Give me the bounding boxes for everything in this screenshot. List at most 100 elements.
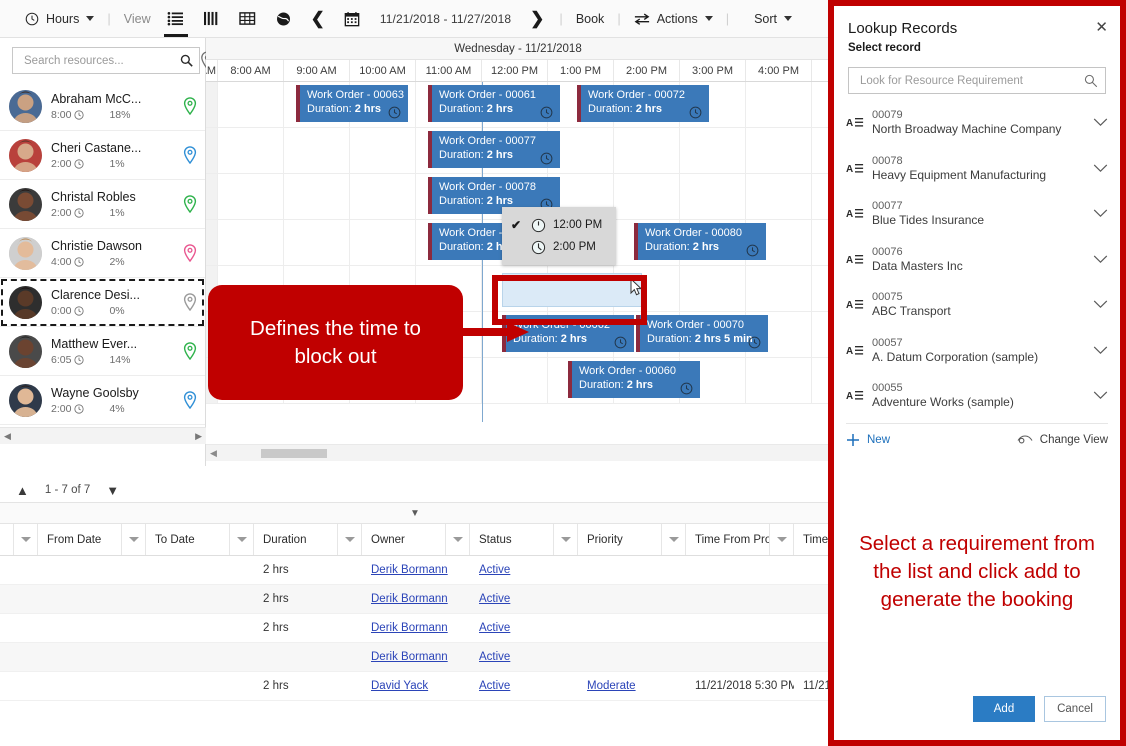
chevron-down-icon[interactable] [1086,300,1108,309]
panel-splitter[interactable]: ▼ [0,502,830,524]
resource-row-3[interactable]: Christie Dawson 4:00 2% [0,229,205,278]
resource-row-2[interactable]: Christal Robles 2:00 1% [0,180,205,229]
booking-card[interactable]: Work Order - 00070 Duration: 2 hrs 5 min [636,315,768,352]
column-filter-icon[interactable] [770,524,794,555]
map-pin-icon[interactable] [179,293,201,311]
resource-row-5[interactable]: Matthew Ever... 6:05 14% [0,327,205,376]
cell-link[interactable]: Derik Bormann [371,651,448,663]
schedule-cell[interactable] [350,220,416,265]
board-hscrollbar[interactable]: ◀ [206,444,830,461]
booking-card[interactable]: Work Order - 00072 Duration: 2 hrs [577,85,709,122]
close-icon[interactable]: ✕ [1095,20,1108,35]
resource-row-6[interactable]: Wayne Goolsby 2:00 4% [0,376,205,425]
resource-hscrollbar[interactable]: ◀ ▶ [0,427,206,444]
schedule-cell[interactable] [350,174,416,219]
table-row[interactable]: 2 hrs David Yack Active Moderate 11/21/2018 … [0,672,895,701]
cell-link[interactable]: Active [479,593,510,605]
chevron-down-icon[interactable] [1086,391,1108,400]
map-view-icon[interactable] [269,4,299,34]
chevron-down-icon[interactable] [1086,209,1108,218]
add-button[interactable]: Add [973,696,1035,722]
cell-link[interactable]: David Yack [371,680,428,692]
map-pin-icon[interactable] [179,146,201,164]
schedule-cell[interactable] [680,128,746,173]
schedule-cell[interactable] [206,174,218,219]
schedule-cell[interactable] [614,174,680,219]
map-pin-icon[interactable] [179,97,201,115]
table-row[interactable]: 2 hrs Derik Bormann Active [0,585,830,614]
scroll-right-icon[interactable]: ▶ [195,431,202,442]
cell-link[interactable]: Active [479,564,510,576]
lookup-record-item-00077[interactable]: A 00077 Blue Tides Insurance [834,191,1120,237]
schedule-cell[interactable] [746,266,812,311]
schedule-cell[interactable] [746,174,812,219]
map-pin-icon[interactable] [179,195,201,213]
new-record-button[interactable]: New [846,433,890,447]
map-pin-icon[interactable] [179,342,201,360]
schedule-cell[interactable] [350,128,416,173]
prev-period-button[interactable]: ❮ [302,9,334,29]
column-filter-icon[interactable] [554,524,578,555]
schedule-cell[interactable] [680,266,746,311]
booking-card[interactable]: Work Order - 00077 Duration: 2 hrs [428,131,560,168]
column-filter-icon[interactable] [338,524,362,555]
schedule-cell[interactable] [746,82,812,127]
search-input-wrapper[interactable] [12,47,200,74]
hours-dropdown[interactable]: Hours [18,0,101,38]
change-view-button[interactable]: Change View [1017,434,1108,446]
chevron-down-icon[interactable] [1086,164,1108,173]
schedule-cell[interactable] [218,220,284,265]
booking-card[interactable]: Work Order - 00060 Duration: 2 hrs [568,361,700,398]
schedule-cell[interactable] [284,128,350,173]
lookup-record-item-00057[interactable]: A 00057 A. Datum Corporation (sample) [834,328,1120,374]
lookup-record-item-00055[interactable]: A 00055 Adventure Works (sample) [834,373,1120,419]
resource-list[interactable]: Abraham McC... 8:00 18% Cheri Castane... 2:0… [0,82,205,440]
cell-link[interactable]: Derik Bormann [371,622,448,634]
cancel-button[interactable]: Cancel [1044,696,1106,722]
resource-row-1[interactable]: Cheri Castane... 2:00 1% [0,131,205,180]
schedule-cell[interactable] [206,128,218,173]
lookup-record-item-00079[interactable]: A 00079 North Broadway Machine Company [834,100,1120,146]
schedule-cell[interactable] [218,174,284,219]
grid-body[interactable]: 2 hrs Derik Bormann Active 2 hrs Derik Borma… [0,556,895,701]
column-header-to-date[interactable]: To Date [146,524,230,555]
schedule-cell[interactable] [218,128,284,173]
search-input[interactable] [22,53,180,68]
pager-down-icon[interactable]: ▼ [106,483,119,498]
column-filter-icon[interactable] [14,524,38,555]
resource-row-0[interactable]: Abraham McC... 8:00 18% [0,82,205,131]
schedule-cell[interactable] [206,82,218,127]
lookup-search-wrapper[interactable] [848,67,1106,94]
actions-dropdown[interactable]: Actions [627,0,720,38]
column-header-index[interactable] [0,524,14,555]
cell-link[interactable]: Derik Bormann [371,564,448,576]
sort-dropdown[interactable]: Sort [747,0,799,38]
resource-row-4[interactable]: Clarence Desi... 0:00 0% [0,278,205,327]
column-filter-icon[interactable] [446,524,470,555]
schedule-cell[interactable] [284,220,350,265]
calendar-icon[interactable] [337,4,367,34]
map-pin-icon[interactable] [179,244,201,262]
schedule-cell[interactable] [680,174,746,219]
schedule-cell[interactable] [482,358,548,403]
booking-card[interactable]: Work Order - 00061 Duration: 2 hrs [428,85,560,122]
schedule-cell[interactable] [746,128,812,173]
booking-card[interactable]: Work Order - 00080 Duration: 2 hrs [634,223,766,260]
map-pin-icon[interactable] [179,391,201,409]
column-header-status[interactable]: Status [470,524,554,555]
chevron-down-icon[interactable] [1086,255,1108,264]
column-header-priority[interactable]: Priority [578,524,662,555]
column-view-icon[interactable] [197,4,227,34]
column-header-from-date[interactable]: From Date [38,524,122,555]
pager-up-icon[interactable]: ▲ [16,483,29,498]
chevron-down-icon[interactable] [1086,346,1108,355]
schedule-cell[interactable] [284,174,350,219]
board-scroll-thumb[interactable] [260,448,327,458]
lookup-search-input[interactable] [858,73,1084,88]
board-scroll-left-icon[interactable]: ◀ [210,448,217,459]
scroll-left-icon[interactable]: ◀ [4,431,11,442]
schedule-cell[interactable] [218,82,284,127]
schedule-cell[interactable] [614,128,680,173]
schedule-cell[interactable] [206,220,218,265]
cell-link[interactable]: Active [479,680,510,692]
